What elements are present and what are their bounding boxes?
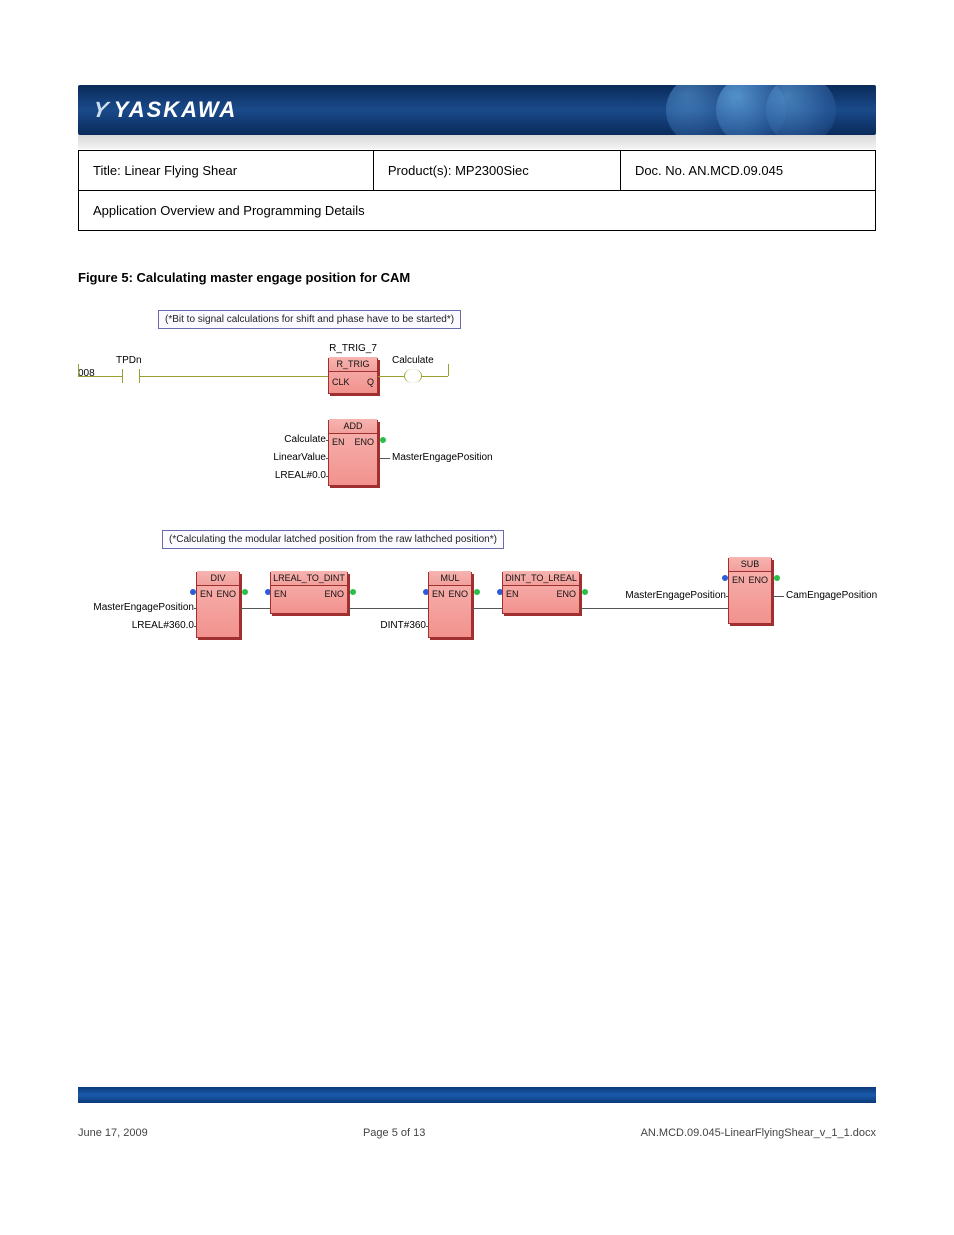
div-in1: MasterEngagePosition: [78, 602, 194, 613]
rtrig-q-pin: Q: [367, 377, 374, 387]
brand-name: YASKAWA: [114, 97, 238, 123]
div-en-pin: EN: [200, 589, 213, 599]
header-greyband: [78, 135, 876, 149]
sub-in1: MasterEngagePosition: [608, 590, 726, 601]
mul-type-label: MUL: [429, 571, 471, 586]
docno-value: AN.MCD.09.045: [688, 163, 783, 178]
coil-label: Calculate: [392, 355, 434, 366]
rtrig-instance-label: R_TRIG_7: [329, 343, 377, 354]
d2l-eno-pin: ENO: [556, 589, 576, 599]
dint2lreal-block: DINT_TO_LREAL EN ENO: [502, 572, 580, 614]
add-en-input: Calculate: [278, 434, 326, 445]
d2l-en-pin: EN: [506, 589, 519, 599]
rtrig-block: R_TRIG_7 R_TRIG CLK Q: [328, 358, 378, 394]
contact-tpdn: TPDn: [122, 369, 140, 383]
l2d-eno-pin: ENO: [324, 589, 344, 599]
table-row: Title: Linear Flying Shear Product(s): M…: [79, 151, 876, 191]
sub-en-pin: EN: [732, 575, 745, 585]
footer-bar: [78, 1087, 876, 1103]
figure-caption: Figure 5: Calculating master engage posi…: [78, 270, 410, 285]
title-label: Title:: [93, 163, 121, 178]
mul-en-pin: EN: [432, 589, 445, 599]
table-row: Application Overview and Programming Det…: [79, 191, 876, 231]
add-eno-pin: ENO: [354, 437, 374, 447]
add-en-pin: EN: [332, 437, 345, 447]
div-eno-pin: ENO: [216, 589, 236, 599]
rtrig-clk-pin: CLK: [332, 377, 350, 387]
plc-comment-1: (*Bit to signal calculations for shift a…: [158, 310, 461, 329]
div-type-label: DIV: [197, 571, 239, 586]
add-type-label: ADD: [329, 419, 377, 434]
sub-out: CamEngagePosition: [786, 590, 877, 601]
logo: Y YASKAWA: [93, 97, 237, 123]
lreal2dint-block: LREAL_TO_DINT EN ENO: [270, 572, 348, 614]
brand-glyph-icon: Y: [91, 97, 110, 123]
product-value: MP2300Siec: [455, 163, 529, 178]
header-decor-icon: [646, 85, 856, 135]
add-in1: LinearValue: [270, 452, 326, 463]
div-in2: LREAL#360.0: [128, 620, 194, 631]
div-block: DIV EN ENO: [196, 572, 240, 638]
footer: June 17, 2009 Page 5 of 13 AN.MCD.09.045…: [78, 1127, 876, 1139]
plc-comment-2: (*Calculating the modular latched positi…: [162, 530, 504, 549]
rung-number: 008: [78, 368, 95, 379]
doc-info-table: Title: Linear Flying Shear Product(s): M…: [78, 150, 876, 231]
l2d-en-pin: EN: [274, 589, 287, 599]
mul-block: MUL EN ENO: [428, 572, 472, 638]
sub-block: SUB EN ENO: [728, 558, 772, 624]
add-out: MasterEngagePosition: [392, 452, 493, 463]
mul-eno-pin: ENO: [448, 589, 468, 599]
docno-label: Doc. No.: [635, 163, 686, 178]
d2l-type-label: DINT_TO_LREAL: [503, 571, 579, 586]
product-label: Product(s):: [388, 163, 452, 178]
l2d-type-label: LREAL_TO_DINT: [271, 571, 347, 586]
title-value: Linear Flying Shear: [124, 163, 237, 178]
footer-filename: AN.MCD.09.045-LinearFlyingShear_v_1_1.do…: [641, 1127, 876, 1139]
rtrig-type-label: R_TRIG: [329, 357, 377, 372]
footer-date: June 17, 2009: [78, 1127, 148, 1139]
sub-eno-pin: ENO: [748, 575, 768, 585]
add-block: ADD EN ENO: [328, 420, 378, 486]
subject-label: Application Overview and Programming Det…: [93, 203, 365, 218]
footer-page: Page 5 of 13: [148, 1127, 641, 1139]
coil-calculate: Calculate: [404, 369, 422, 383]
brand-header: Y YASKAWA: [78, 85, 876, 135]
add-in2: LREAL#0.0: [274, 470, 326, 481]
contact-label: TPDn: [116, 355, 142, 366]
mul-in2: DINT#360: [374, 620, 426, 631]
sub-type-label: SUB: [729, 557, 771, 572]
